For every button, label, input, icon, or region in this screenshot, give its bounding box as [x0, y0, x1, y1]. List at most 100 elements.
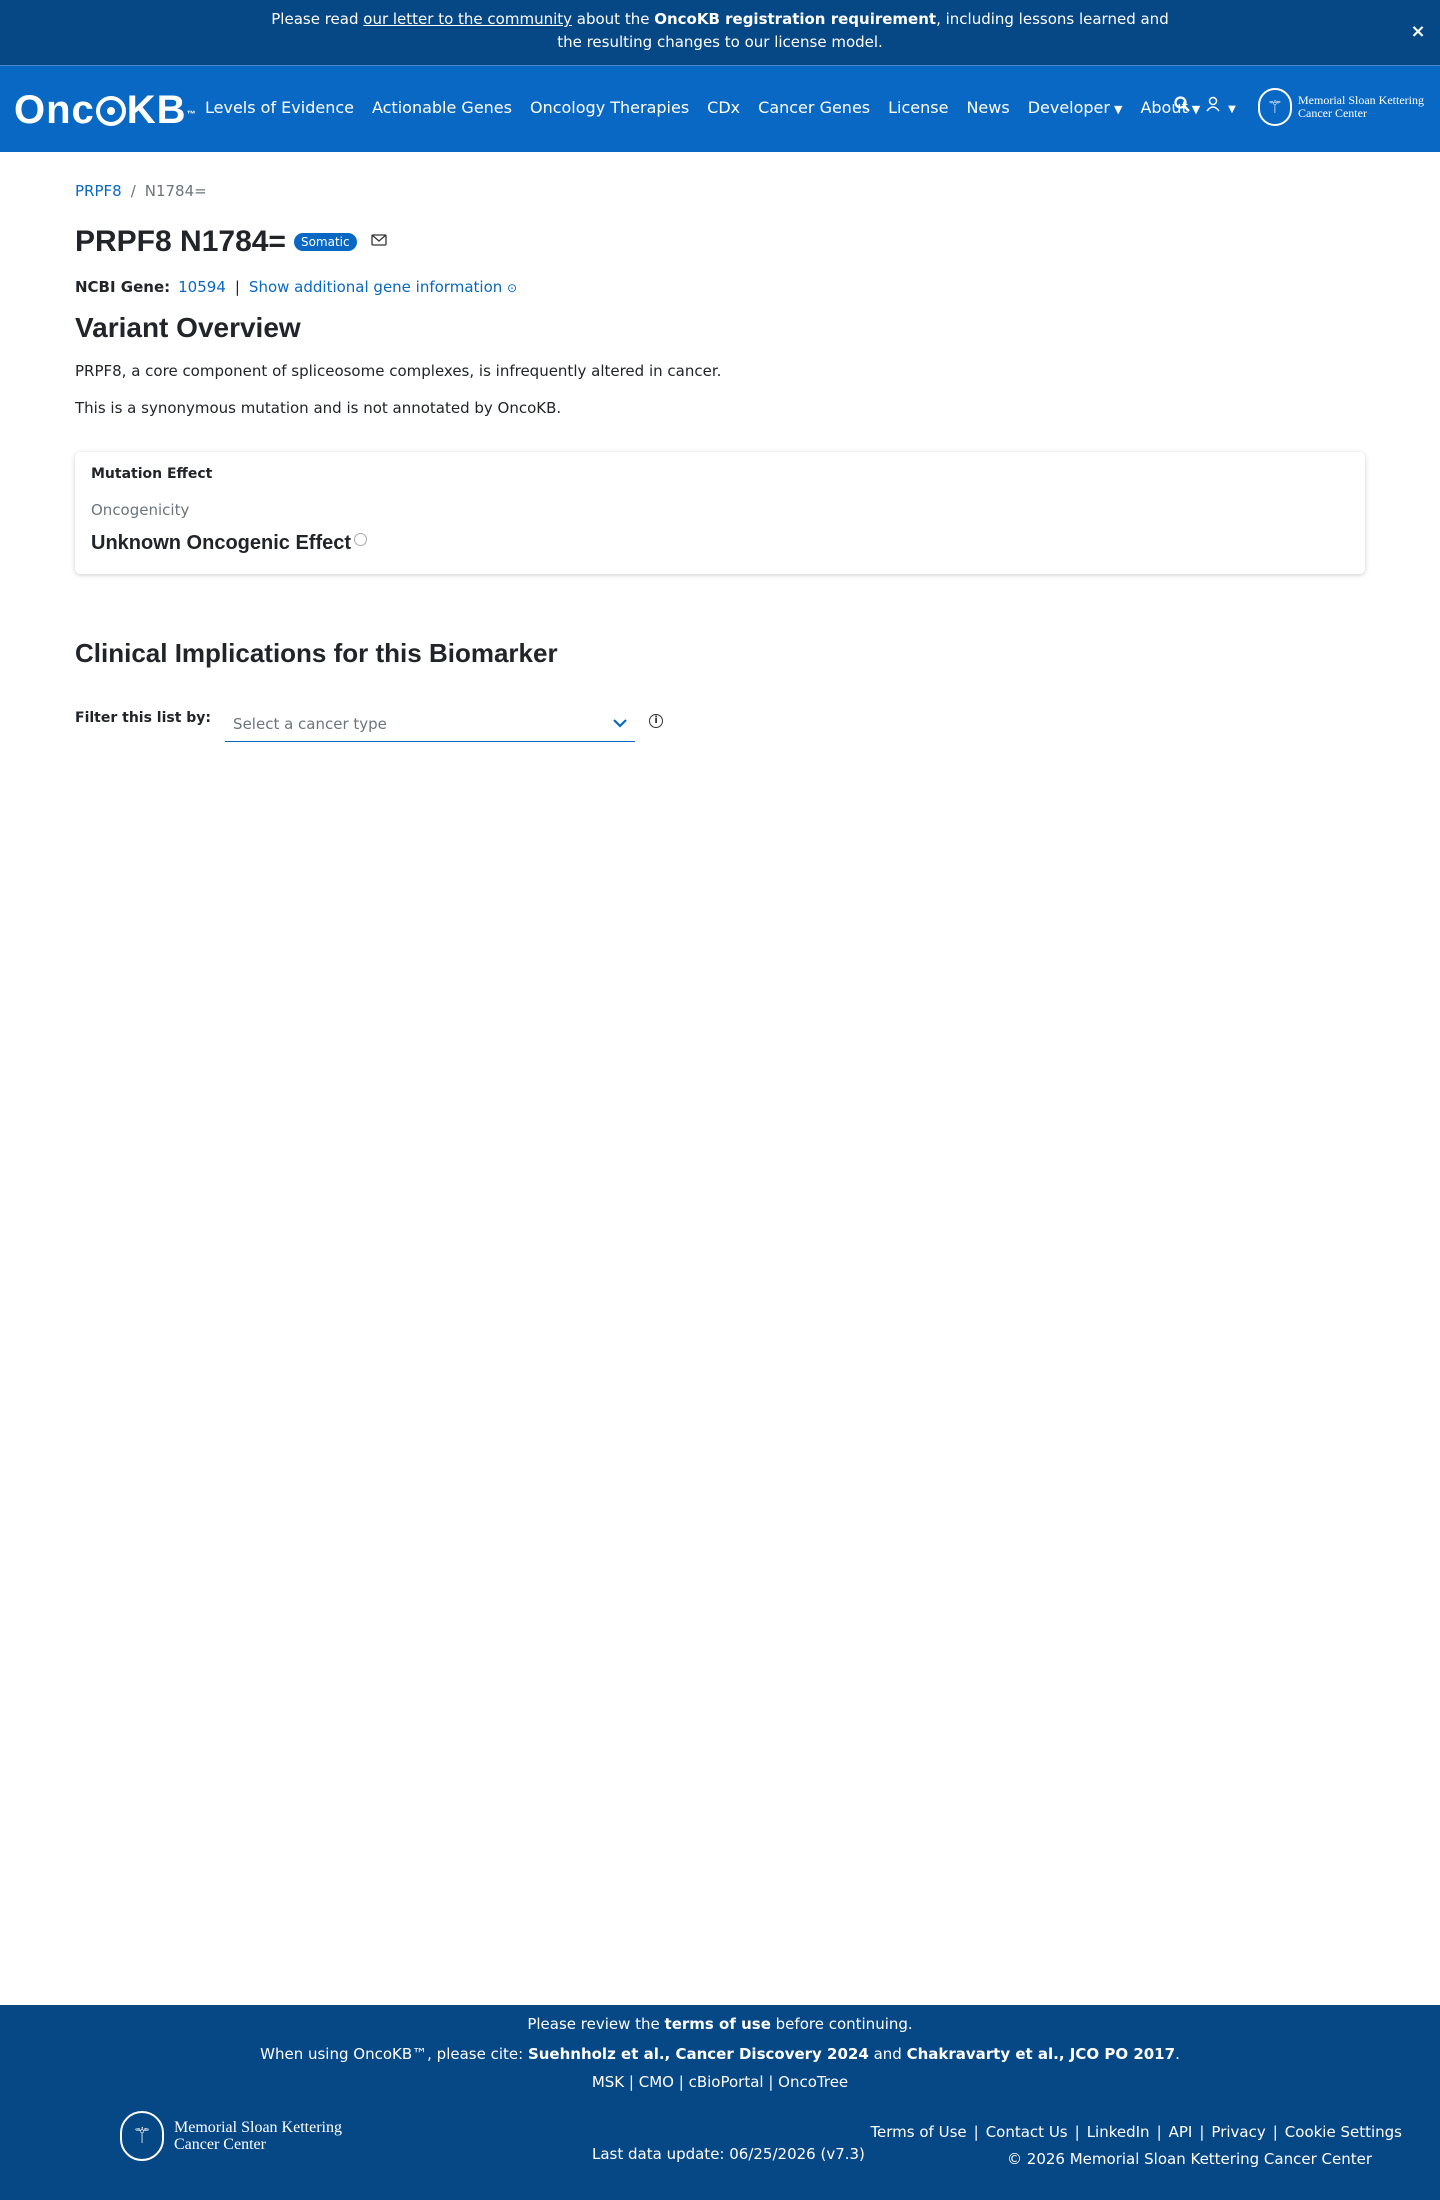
banner-line-1: Please read our letter to the community …	[0, 8, 1440, 31]
show-gene-info-link[interactable]: Show additional gene information ⊙	[249, 278, 517, 296]
chevron-down-icon: ▼	[1113, 103, 1123, 116]
variant-overview-title: Variant Overview	[75, 312, 301, 343]
cancer-type-placeholder: Select a cancer type	[233, 714, 387, 733]
banner-text-suffix: , including lessons learned and	[936, 10, 1169, 28]
footer-cite-end: .	[1175, 2045, 1180, 2063]
footer-review-post: before continuing.	[770, 2015, 913, 2033]
overview-synonymous-note: This is a synonymous mutation and is not…	[75, 399, 562, 417]
announcement-banner: Please read our letter to the community …	[0, 0, 1440, 66]
user-menu-dropdown[interactable]: ▼	[1206, 96, 1236, 116]
banner-text-middle: about the	[572, 10, 655, 28]
nav-cdx[interactable]: CDx	[707, 98, 740, 117]
msk-logo[interactable]: ⚚ Memorial Sloan Kettering Cancer Center	[1258, 88, 1424, 126]
footer-link-linkedin[interactable]: LinkedIn	[1087, 2123, 1150, 2141]
somatic-badge: Somatic	[293, 233, 357, 251]
footer-terms-link[interactable]: terms of use	[665, 2015, 771, 2033]
footer-separator: |	[1272, 2123, 1278, 2141]
last-data-update: Last data update: 06/25/2026 (v7.3)	[592, 2145, 865, 2163]
footer-terms-notice: Please review the terms of use before co…	[0, 2015, 1440, 2033]
chevron-down-icon	[613, 716, 627, 732]
msk-logo-icon: ⚚	[1258, 88, 1292, 126]
citation-suehnholz-link[interactable]: Suehnholz et al., Cancer Discovery 2024	[528, 2045, 869, 2063]
footer-link-oncotree[interactable]: OncoTree	[778, 2073, 848, 2091]
oncogenicity-circle-icon	[354, 533, 368, 546]
footer-link-contact[interactable]: Contact Us	[986, 2123, 1068, 2141]
nav-developer-dropdown[interactable]: Developer ▼	[1028, 98, 1123, 117]
footer-citation: When using OncoKB™, please cite: Suehnho…	[0, 2045, 1440, 2063]
nav-actionable-genes[interactable]: Actionable Genes	[372, 98, 512, 117]
close-icon[interactable]: ×	[1406, 20, 1430, 44]
footer-msk-text: Memorial Sloan Kettering Cancer Center	[174, 2119, 342, 2153]
logo-text-right: KB	[126, 88, 187, 132]
chevron-down-icon: ▼	[1228, 104, 1236, 115]
breadcrumb-separator: /	[130, 182, 136, 200]
footer-separator: |	[624, 2073, 639, 2091]
ncbi-gene-link[interactable]: 10594	[178, 278, 226, 296]
footer-link-cookie-settings[interactable]: Cookie Settings	[1285, 2123, 1402, 2141]
chevron-down-icon: ▼	[1191, 103, 1201, 116]
clinical-implications-title: Clinical Implications for this Biomarker	[75, 638, 558, 668]
info-icon[interactable]: i	[649, 714, 664, 728]
footer-separator: |	[973, 2123, 979, 2141]
nav-about-dropdown[interactable]: About ▼	[1140, 98, 1200, 117]
logo-target-icon	[95, 96, 126, 126]
citation-chakravarty-link[interactable]: Chakravarty et al., JCO PO 2017	[907, 2045, 1176, 2063]
footer-cite-and: and	[868, 2045, 907, 2063]
logo-trademark: ™	[186, 109, 197, 119]
footer-links: Terms of Use | Contact Us | LinkedIn | API |…	[870, 2123, 1402, 2141]
footer-link-terms[interactable]: Terms of Use	[870, 2123, 966, 2141]
footer-resources: MSK | CMO | cBioPortal | OncoTree	[0, 2073, 1440, 2091]
search-icon[interactable]	[1174, 96, 1190, 116]
footer-link-privacy[interactable]: Privacy	[1211, 2123, 1265, 2141]
banner-bold-text: OncoKB registration requirement	[654, 10, 937, 28]
msk-logo-line2: Cancer Center	[1298, 106, 1367, 120]
footer-separator: |	[1074, 2123, 1080, 2141]
top-navbar: Onc KB™ Levels of Evidence Actionable Gen…	[0, 66, 1440, 152]
footer-link-msk[interactable]: MSK	[592, 2073, 624, 2091]
footer-link-api[interactable]: API	[1169, 2123, 1193, 2141]
logo-text-left: Onc	[14, 88, 95, 132]
footer-link-cbioportal[interactable]: cBioPortal	[689, 2073, 764, 2091]
oncogenicity-value-text: Unknown Oncogenic Effect	[91, 532, 352, 554]
gene-info-separator: |	[234, 278, 240, 296]
footer-separator: |	[673, 2073, 689, 2091]
breadcrumb-gene-link[interactable]: PRPF8	[75, 182, 122, 200]
title-row: PRPF8 N1784= Somatic	[75, 222, 387, 262]
mutation-effect-title: Mutation Effect	[91, 466, 213, 482]
nav-levels-of-evidence[interactable]: Levels of Evidence	[205, 98, 354, 117]
filter-row: Filter this list by: Select a cancer typ…	[75, 706, 664, 742]
footer-copyright: © 2026 Memorial Sloan Kettering Cancer C…	[1007, 2150, 1372, 2168]
overview-description: PRPF8, a core component of spliceosome c…	[75, 362, 722, 380]
breadcrumb: PRPF8 / N1784=	[75, 182, 207, 200]
show-gene-info-label: Show additional gene information	[248, 278, 503, 296]
footer-separator: |	[1199, 2123, 1205, 2141]
msk-logo-icon: ⚚	[120, 2111, 164, 2161]
community-letter-link[interactable]: our letter to the community	[363, 10, 572, 28]
oncokb-logo[interactable]: Onc KB™	[14, 88, 197, 132]
nav-links: Levels of Evidence Actionable Genes Onco…	[205, 98, 1218, 117]
footer-separator: |	[763, 2073, 779, 2091]
footer-msk-logo[interactable]: ⚚ Memorial Sloan Kettering Cancer Center	[120, 2111, 342, 2161]
chevron-circle-down-icon: ⊙	[507, 281, 518, 295]
footer-separator: |	[1156, 2123, 1162, 2141]
filter-label: Filter this list by:	[75, 710, 212, 726]
nav-license[interactable]: License	[888, 98, 948, 117]
footer-cite-pre: When using OncoKB™, please cite:	[260, 2045, 528, 2063]
nav-oncology-therapies[interactable]: Oncology Therapies	[530, 98, 689, 117]
footer-msk-line1: Memorial Sloan Kettering	[174, 2119, 342, 2136]
gene-info-row: NCBI Gene: 10594 | Show additional gene …	[75, 278, 517, 296]
nav-news[interactable]: News	[966, 98, 1009, 117]
user-icon	[1206, 96, 1220, 112]
banner-text-prefix: Please read	[271, 10, 364, 28]
footer-review-pre: Please review the	[527, 2015, 665, 2033]
mail-icon[interactable]	[370, 234, 387, 250]
nav-cancer-genes[interactable]: Cancer Genes	[758, 98, 870, 117]
page-title: PRPF8 N1784=	[75, 225, 286, 258]
msk-logo-text: Memorial Sloan Kettering Cancer Center	[1298, 94, 1424, 120]
nav-developer-label: Developer	[1027, 98, 1110, 117]
footer-link-cmo[interactable]: CMO	[639, 2073, 674, 2091]
cancer-type-select[interactable]: Select a cancer type	[225, 706, 636, 742]
oncogenicity-label: Oncogenicity	[91, 501, 190, 519]
footer: Please review the terms of use before co…	[0, 2005, 1440, 2200]
oncogenicity-value: Unknown Oncogenic Effect	[91, 532, 368, 555]
